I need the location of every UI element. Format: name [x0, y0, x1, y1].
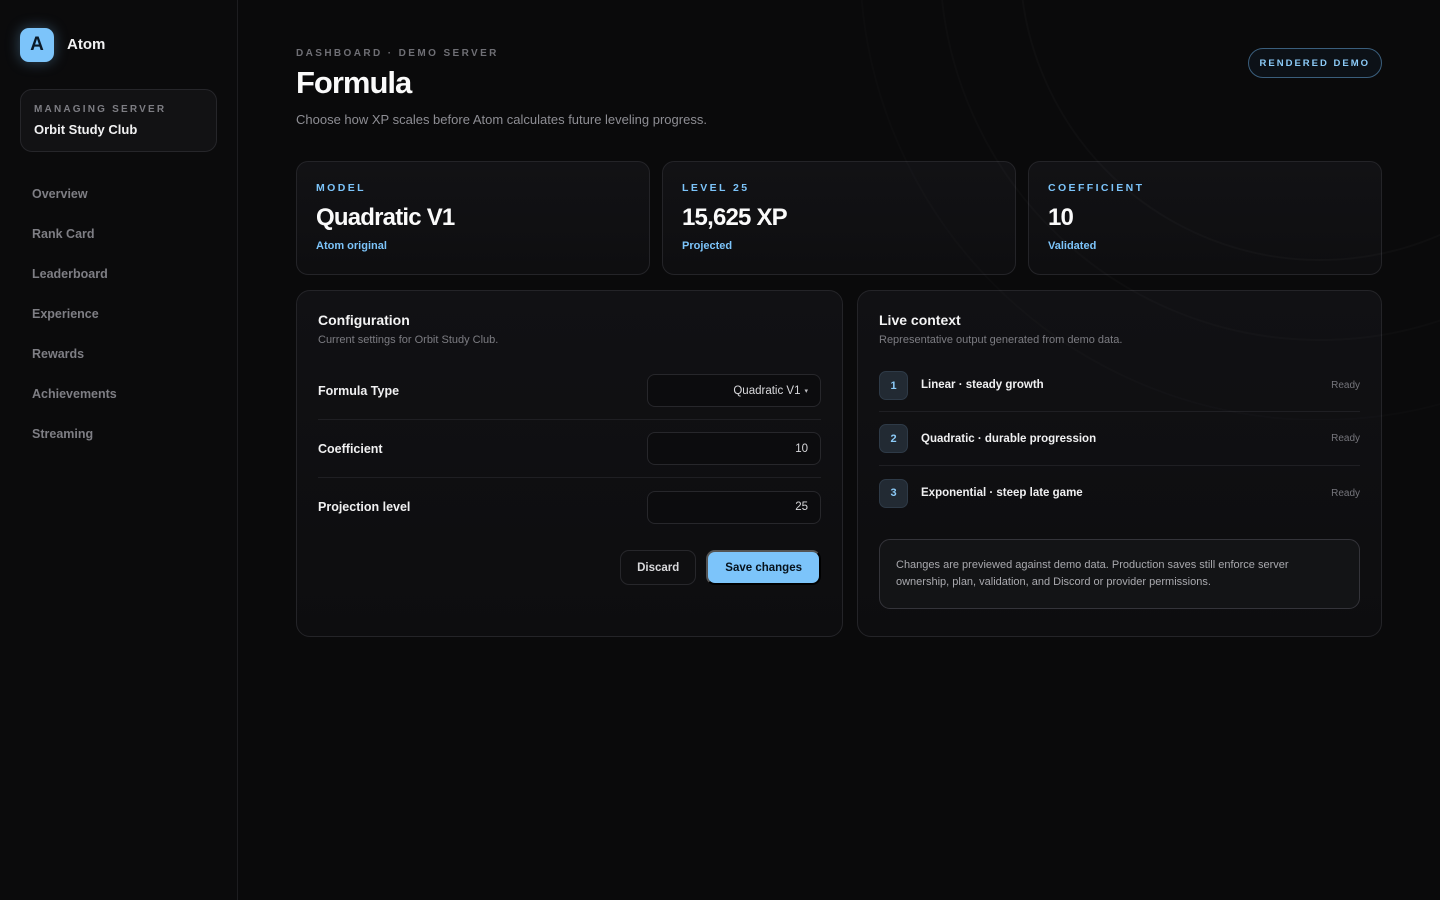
form-label: Coefficient	[318, 441, 383, 456]
stat-eyebrow: MODEL	[316, 182, 366, 194]
page-subtitle: Choose how XP scales before Atom calcula…	[296, 112, 707, 127]
stat-note: Projected	[682, 240, 733, 252]
status-badge: Ready	[1331, 433, 1360, 444]
breadcrumb: DASHBOARD · DEMO SERVER	[296, 48, 499, 59]
projection-level-input[interactable]: 25	[647, 490, 821, 524]
sidebar-item-overview[interactable]: Overview	[20, 186, 217, 226]
configuration-panel: Configuration Current settings for Orbit…	[296, 290, 843, 637]
app-root: A Atom MANAGING SERVER Orbit Study Club …	[0, 0, 1440, 900]
stat-card-coefficient: COEFFICIENT 10 Validated	[1028, 161, 1382, 275]
stat-note: Validated	[1048, 240, 1097, 252]
stat-eyebrow: LEVEL 25	[682, 182, 750, 194]
sidebar-item-rank-card[interactable]: Rank Card	[20, 226, 217, 266]
sidebar-item-experience[interactable]: Experience	[20, 306, 217, 346]
live-context-panel: Live context Representative output gener…	[857, 290, 1382, 637]
select-value: Quadratic V1	[733, 384, 801, 397]
brand-name: Atom	[67, 36, 106, 53]
panel-subtitle: Current settings for Orbit Study Club.	[318, 334, 499, 346]
sidebar-item-achievements[interactable]: Achievements	[20, 386, 217, 426]
panel-title: Configuration	[318, 312, 410, 328]
save-button[interactable]: Save changes	[706, 550, 821, 585]
form-row-formula-type: Formula Type Quadratic V1 ▾	[318, 362, 821, 420]
form-label: Formula Type	[318, 383, 400, 398]
stat-card-model: MODEL Quadratic V1 Atom original	[296, 161, 650, 275]
item-number: 2	[879, 424, 908, 453]
server-selector[interactable]: MANAGING SERVER Orbit Study Club	[20, 89, 217, 152]
sidebar: A Atom MANAGING SERVER Orbit Study Club …	[0, 0, 238, 900]
stat-value: 15,625 XP	[682, 204, 788, 231]
stat-note: Atom original	[316, 240, 387, 252]
stats-row: MODEL Quadratic V1 Atom original LEVEL 2…	[296, 161, 1382, 275]
status-badge: Ready	[1331, 487, 1360, 499]
list-item: 2 Quadratic · durable progression Ready	[879, 412, 1360, 466]
item-label: Linear · steady growth	[921, 379, 1044, 391]
discard-button[interactable]: Discard	[620, 550, 697, 585]
chevron-down-icon: ▾	[804, 387, 808, 395]
sidebar-item-leaderboard[interactable]: Leaderboard	[20, 266, 217, 306]
item-number: 1	[879, 371, 908, 400]
stat-eyebrow: COEFFICIENT	[1048, 182, 1145, 194]
form-row-coefficient: Coefficient 10	[318, 420, 821, 478]
sidebar-item-rewards[interactable]: Rewards	[20, 346, 217, 386]
server-eyebrow: MANAGING SERVER	[34, 104, 167, 115]
form-actions: Discard Save changes	[318, 550, 821, 585]
info-note: Changes are previewed against demo data.…	[879, 539, 1360, 609]
page-title: Formula	[296, 65, 412, 100]
rendered-demo-badge: RENDERED DEMO	[1247, 48, 1382, 78]
config-form: Formula Type Quadratic V1 ▾ Coefficient …	[318, 362, 821, 536]
item-label: Exponential · steep late game	[921, 487, 1083, 499]
panel-subtitle: Representative output generated from dem…	[879, 334, 1123, 346]
coefficient-input[interactable]: 10	[647, 432, 821, 465]
server-name: Orbit Study Club	[34, 122, 138, 137]
item-label: Quadratic · durable progression	[921, 432, 1097, 445]
stat-value: 10	[1048, 204, 1074, 231]
formula-type-select[interactable]: Quadratic V1 ▾	[647, 374, 821, 407]
stat-card-level: LEVEL 25 15,625 XP Projected	[662, 161, 1016, 275]
brand-logo: A	[20, 27, 54, 62]
panel-title: Live context	[879, 312, 961, 328]
stat-value: Quadratic V1	[316, 204, 455, 231]
status-badge: Ready	[1331, 380, 1360, 391]
form-label: Projection level	[318, 500, 411, 514]
item-number: 3	[879, 478, 908, 508]
sidebar-item-streaming[interactable]: Streaming	[20, 426, 217, 466]
list-item: 1 Linear · steady growth Ready	[879, 371, 1360, 412]
panels-row: Configuration Current settings for Orbit…	[296, 290, 1382, 637]
sidebar-nav: Overview Rank Card Leaderboard Experienc…	[20, 186, 217, 466]
list-item: 3 Exponential · steep late game Ready	[879, 466, 1360, 520]
context-list: 1 Linear · steady growth Ready 2 Quadrat…	[879, 371, 1360, 520]
main-content: DASHBOARD · DEMO SERVER Formula Choose h…	[238, 0, 1440, 900]
form-row-projection-level: Projection level 25	[318, 478, 821, 536]
brand[interactable]: A Atom	[20, 27, 217, 62]
